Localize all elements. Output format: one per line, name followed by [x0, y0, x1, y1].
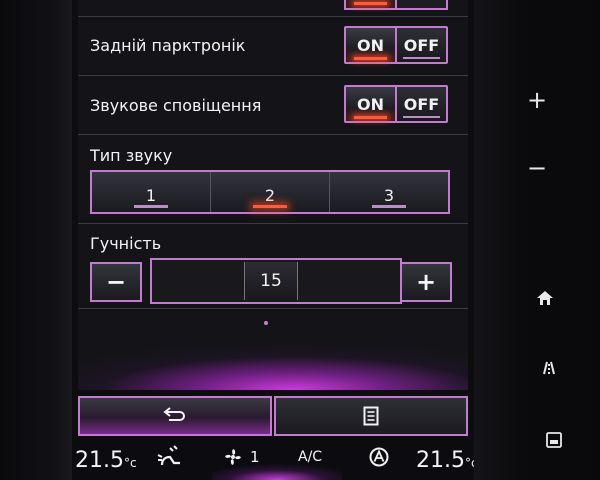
right-temperature-value: 21.5 — [416, 448, 465, 473]
divider — [78, 308, 468, 309]
home-icon — [537, 291, 553, 305]
hardware-home-button[interactable] — [536, 290, 554, 310]
list-item-rear-parktronic: Задній парктронік ON OFF — [78, 17, 468, 76]
touchscreen: Задній парктронік ON OFF Звукове сповіще… — [72, 0, 474, 480]
display-icon — [546, 432, 562, 448]
fan-icon — [225, 449, 241, 465]
menu-button[interactable] — [274, 396, 468, 436]
fan-speed-value: 1 — [250, 448, 260, 466]
right-temperature-unit: °c — [464, 456, 474, 470]
sound-alert-toggle[interactable]: ON OFF — [344, 85, 448, 123]
sound-type-selector[interactable]: 1 2 3 — [90, 170, 450, 214]
left-bezel — [0, 0, 72, 480]
volume-slider[interactable]: 15 — [150, 258, 402, 304]
sound-alert-label: Звукове сповіщення — [90, 96, 262, 115]
hardware-volume-up-button[interactable]: + — [526, 86, 548, 114]
list-menu-icon — [363, 406, 379, 426]
ac-label: A/C — [298, 449, 323, 465]
scroll-indicator — [264, 321, 268, 325]
back-button[interactable] — [78, 396, 272, 436]
left-temperature-value: 21.5 — [75, 448, 124, 473]
sound-type-option-3[interactable]: 3 — [329, 172, 448, 212]
sound-type-option-1[interactable]: 1 — [92, 172, 210, 212]
fan-speed-button[interactable]: 1 — [222, 444, 260, 470]
back-arrow-icon — [163, 407, 185, 421]
right-bezel — [474, 0, 600, 480]
rear-parktronic-off-button[interactable]: OFF — [395, 28, 446, 62]
right-temperature[interactable]: 21.5°c — [416, 448, 474, 473]
auto-climate-button[interactable] — [368, 444, 390, 470]
left-temperature[interactable]: 21.5°c — [75, 448, 137, 473]
rear-parktronic-toggle[interactable]: ON OFF — [344, 26, 448, 64]
list-item-sound-alert: Звукове сповіщення ON OFF — [78, 76, 468, 135]
sound-type-label: Тип звуку — [90, 146, 173, 165]
auto-climate-icon — [369, 447, 389, 467]
rear-parktronic-label: Задній парктронік — [90, 36, 246, 55]
list-item-partial — [78, 0, 468, 17]
ac-button[interactable]: A/C — [298, 444, 322, 470]
road-navigation-icon — [543, 361, 555, 375]
volume-increase-button[interactable]: + — [400, 262, 452, 302]
hardware-display-button[interactable] — [546, 432, 562, 452]
bottom-action-bar — [78, 396, 468, 436]
left-temperature-unit: °c — [123, 456, 137, 470]
rear-parktronic-on-button[interactable]: ON — [346, 28, 395, 62]
volume-label: Гучність — [90, 234, 162, 253]
hardware-navigation-button[interactable] — [538, 360, 560, 379]
airflow-seat-icon — [157, 445, 180, 466]
sound-type-option-2[interactable]: 2 — [210, 172, 329, 212]
ambient-glow — [78, 310, 468, 390]
hardware-volume-down-button[interactable]: − — [526, 154, 548, 182]
volume-value: 15 — [244, 262, 298, 300]
sound-alert-off-button[interactable]: OFF — [395, 87, 446, 121]
volume-decrease-button[interactable]: − — [90, 262, 142, 302]
seat-airflow-button[interactable] — [156, 444, 184, 470]
sound-alert-on-button[interactable]: ON — [346, 87, 395, 121]
